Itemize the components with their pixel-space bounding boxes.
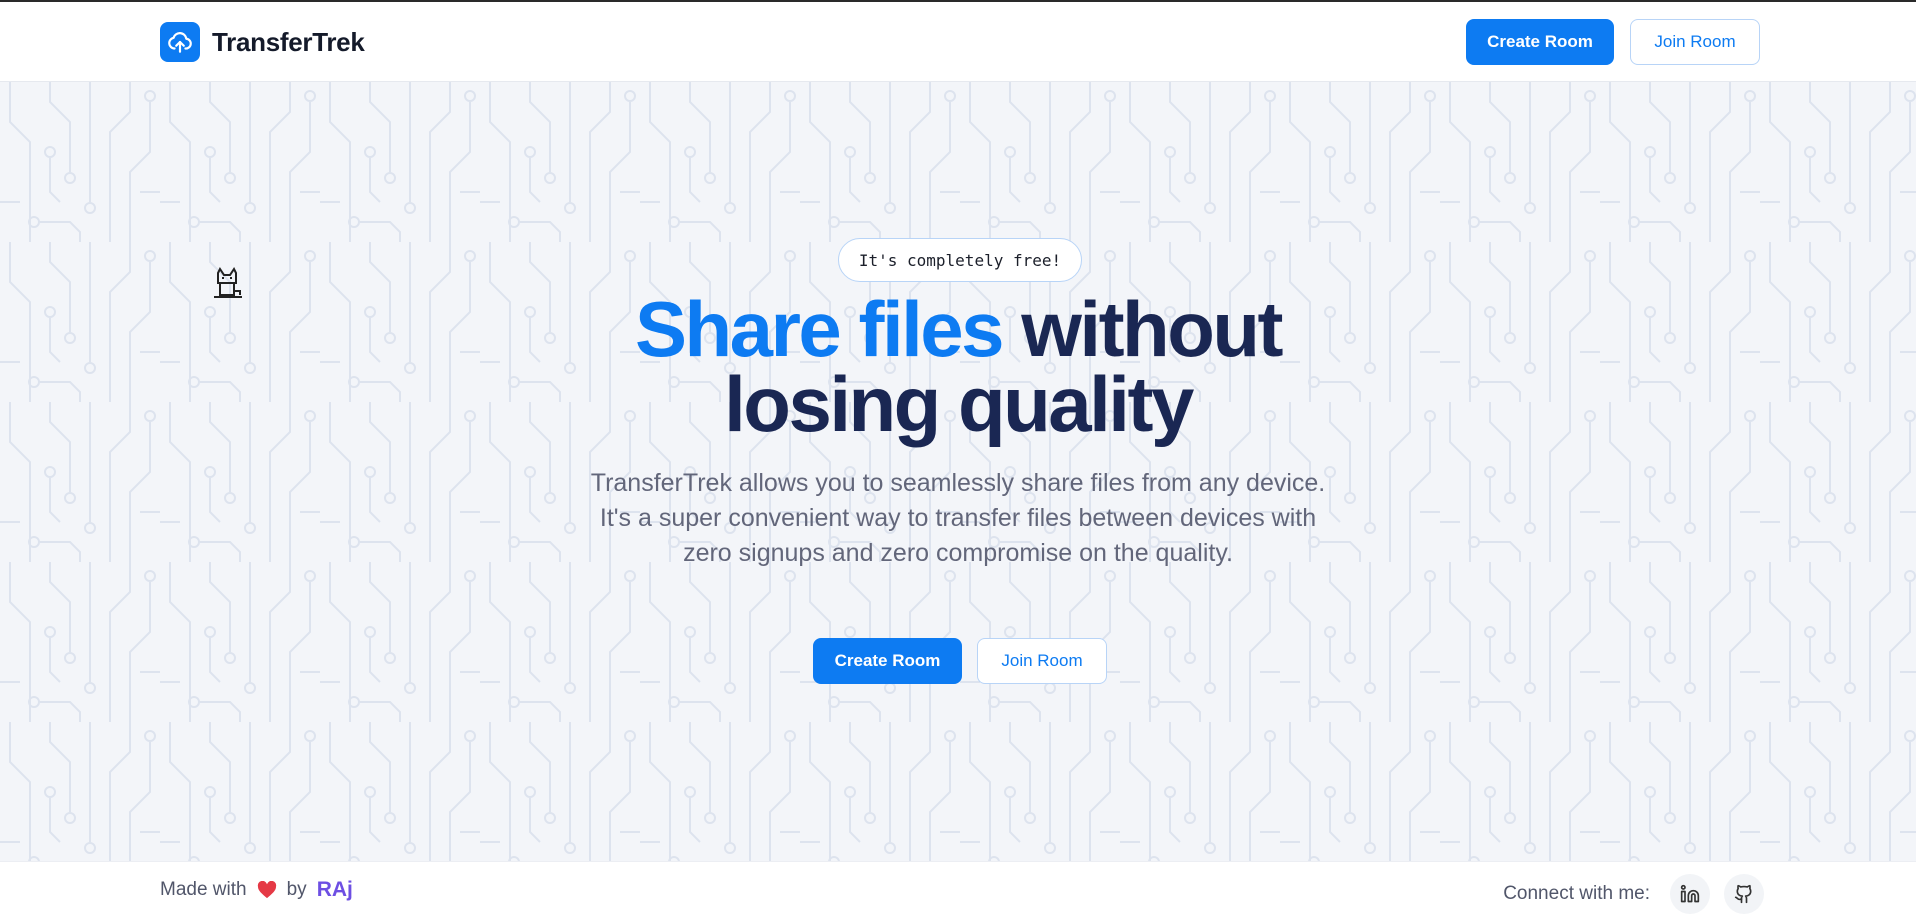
brand-name: TransferTrek bbox=[212, 26, 365, 57]
social-links: Connect with me: bbox=[1503, 874, 1764, 914]
github-icon bbox=[1734, 884, 1752, 904]
hero-headline: Share files without losing quality bbox=[458, 290, 1458, 443]
made-with-text: Made with bbox=[160, 879, 247, 900]
free-badge: It's completely free! bbox=[838, 238, 1082, 282]
site-footer: Made with by RAj Connect with me: bbox=[0, 861, 1916, 920]
headline-line2: losing quality bbox=[724, 360, 1194, 448]
linkedin-icon bbox=[1680, 884, 1700, 903]
header-join-room-button[interactable]: Join Room bbox=[1630, 19, 1760, 65]
connect-label: Connect with me: bbox=[1503, 883, 1650, 904]
header-create-room-button[interactable]: Create Room bbox=[1466, 19, 1614, 65]
hero-section: It's completely free! Share files withou… bbox=[0, 82, 1916, 861]
by-text: by bbox=[286, 879, 307, 900]
brand[interactable]: TransferTrek bbox=[160, 22, 365, 62]
hero-create-room-button[interactable]: Create Room bbox=[813, 638, 962, 684]
hero-join-room-button[interactable]: Join Room bbox=[977, 638, 1107, 684]
author-link[interactable]: RAj bbox=[317, 878, 353, 902]
pixel-cat-icon bbox=[214, 267, 242, 298]
made-with-credit: Made with by RAj bbox=[160, 878, 353, 902]
heart-icon bbox=[257, 881, 276, 899]
site-header: TransferTrek Create Room Join Room bbox=[0, 2, 1916, 82]
cloud-upload-icon bbox=[160, 22, 200, 62]
github-link[interactable] bbox=[1724, 874, 1764, 914]
hero-description: TransferTrek allows you to seamlessly sh… bbox=[590, 469, 1326, 567]
linkedin-link[interactable] bbox=[1670, 874, 1710, 914]
